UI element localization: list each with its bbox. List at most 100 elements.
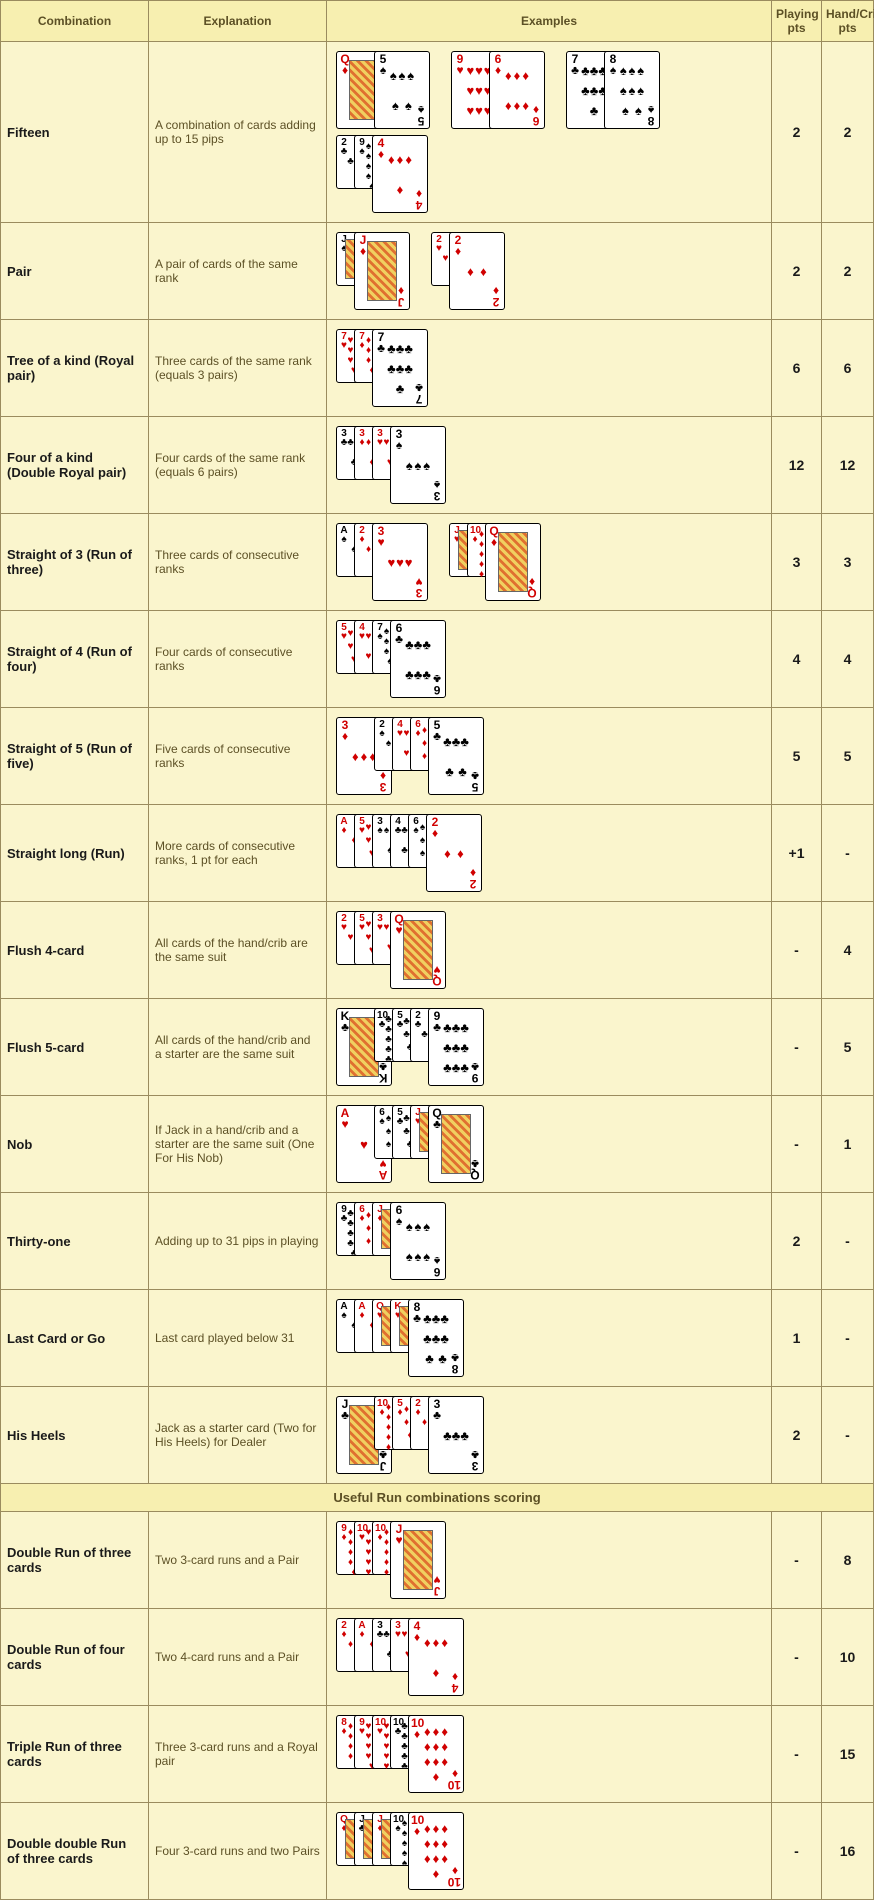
hand-crib-pts-cell: 3	[822, 514, 874, 611]
card-group: 9♥♥♥♥♥♥♥♥♥♥9♥6♦♦♦♦♦♦♦6♦	[451, 51, 545, 129]
hand-crib-pts-cell: -	[822, 1193, 874, 1290]
table-row: PairA pair of cards of the same rankJ♠J♠…	[1, 223, 874, 320]
combination-cell: Flush 4-card	[1, 902, 149, 999]
playing-pts-cell: -	[772, 1609, 822, 1706]
playing-card: 2♦♦♦2♦	[449, 232, 505, 310]
explanation-cell: Four 3-card runs and two Pairs	[149, 1803, 327, 1900]
hand-crib-pts-cell: 16	[822, 1803, 874, 1900]
header-hand-crib-pts: Hand/Crib pts	[822, 1, 874, 42]
playing-card: 6♣♣♣♣♣♣♣6♣	[390, 620, 446, 698]
table-row: Thirty-oneAdding up to 31 pips in playin…	[1, 1193, 874, 1290]
examples-cell: K♣K♣10♣♣♣♣♣♣♣♣♣♣♣10♣5♣♣♣♣♣♣5♣2♣♣♣2♣9♣♣♣♣…	[327, 999, 772, 1096]
combination-cell: Fifteen	[1, 42, 149, 223]
card-group: 2♥♥♥2♥5♥♥♥♥♥♥5♥3♥♥♥♥3♥Q♥Q♥	[336, 911, 446, 989]
explanation-cell: Jack as a starter card (Two for His Heel…	[149, 1387, 327, 1484]
explanation-cell: More cards of consecutive ranks, 1 pt fo…	[149, 805, 327, 902]
combination-cell: Four of a kind (Double Royal pair)	[1, 417, 149, 514]
hand-crib-pts-cell: 15	[822, 1706, 874, 1803]
playing-card: 10♦♦♦♦♦♦♦♦♦♦♦10♦	[408, 1812, 464, 1890]
combination-cell: Double Run of three cards	[1, 1512, 149, 1609]
playing-pts-cell: -	[772, 1512, 822, 1609]
scoring-table: Combination Explanation Examples Playing…	[0, 0, 874, 1900]
hand-crib-pts-cell: -	[822, 1290, 874, 1387]
combination-cell: Flush 5-card	[1, 999, 149, 1096]
table-row: His HeelsJack as a starter card (Two for…	[1, 1387, 874, 1484]
playing-pts-cell: +1	[772, 805, 822, 902]
combination-cell: Straight of 5 (Run of five)	[1, 708, 149, 805]
hand-crib-pts-cell: 1	[822, 1096, 874, 1193]
table-row: Last Card or GoLast card played below 31…	[1, 1290, 874, 1387]
playing-pts-cell: 2	[772, 1387, 822, 1484]
hand-crib-pts-cell: 8	[822, 1512, 874, 1609]
combination-cell: Straight of 4 (Run of four)	[1, 611, 149, 708]
card-group: 8♦♦♦♦♦♦♦♦♦8♦9♥♥♥♥♥♥♥♥♥♥9♥10♥♥♥♥♥♥♥♥♥♥♥10…	[336, 1715, 464, 1793]
card-group: Q♦Q♦J♣J♣J♦J♦10♠♠♠♠♠♠♠♠♠♠♠10♠10♦♦♦♦♦♦♦♦♦♦…	[336, 1812, 464, 1890]
explanation-cell: All cards of the hand/crib and a starter…	[149, 999, 327, 1096]
playing-card: 8♣♣♣♣♣♣♣♣♣8♣	[408, 1299, 464, 1377]
hand-crib-pts-cell: 12	[822, 417, 874, 514]
playing-pts-cell: 3	[772, 514, 822, 611]
playing-card: 4♦♦♦♦♦4♦	[372, 135, 428, 213]
playing-card: 3♥♥♥♥3♥	[372, 523, 428, 601]
playing-pts-cell: 2	[772, 223, 822, 320]
hand-crib-pts-cell: 2	[822, 223, 874, 320]
playing-pts-cell: 4	[772, 611, 822, 708]
explanation-cell: Two 4-card runs and a Pair	[149, 1609, 327, 1706]
explanation-cell: Four cards of the same rank (equals 6 pa…	[149, 417, 327, 514]
card-group: Q♦Q♦5♠♠♠♠♠♠5♠	[336, 51, 430, 129]
playing-pts-cell: -	[772, 1706, 822, 1803]
hand-crib-pts-cell: 4	[822, 902, 874, 999]
card-group: 7♣♣♣♣♣♣♣♣7♣8♠♠♠♠♠♠♠♠♠8♠	[566, 51, 660, 129]
explanation-cell: Three 3-card runs and a Royal pair	[149, 1706, 327, 1803]
playing-pts-cell: 6	[772, 320, 822, 417]
hand-crib-pts-cell: 10	[822, 1609, 874, 1706]
combination-cell: Straight long (Run)	[1, 805, 149, 902]
combination-cell: Double double Run of three cards	[1, 1803, 149, 1900]
playing-card: 9♣♣♣♣♣♣♣♣♣♣9♣	[428, 1008, 484, 1086]
combination-cell: Straight of 3 (Run of three)	[1, 514, 149, 611]
table-row: Straight long (Run)More cards of consecu…	[1, 805, 874, 902]
playing-pts-cell: -	[772, 1096, 822, 1193]
playing-card: Q♦Q♦	[485, 523, 541, 601]
playing-card: 4♦♦♦♦♦4♦	[408, 1618, 464, 1696]
combination-cell: Triple Run of three cards	[1, 1706, 149, 1803]
card-group: 2♣♣♣2♣9♠♠♠♠♠♠♠♠♠♠9♠4♦♦♦♦♦4♦	[336, 135, 428, 213]
playing-card: 6♠♠♠♠♠♠♠6♠	[390, 1202, 446, 1280]
examples-cell: 8♦♦♦♦♦♦♦♦♦8♦9♥♥♥♥♥♥♥♥♥♥9♥10♥♥♥♥♥♥♥♥♥♥♥10…	[327, 1706, 772, 1803]
examples-cell: A♠♠A♠A♦♦A♦Q♥Q♥K♥K♥8♣♣♣♣♣♣♣♣♣8♣	[327, 1290, 772, 1387]
hand-crib-pts-cell: 4	[822, 611, 874, 708]
explanation-cell: Three cards of consecutive ranks	[149, 514, 327, 611]
combination-cell: Thirty-one	[1, 1193, 149, 1290]
table-row: Double double Run of three cardsFour 3-c…	[1, 1803, 874, 1900]
playing-pts-cell: 1	[772, 1290, 822, 1387]
card-group: 3♣♣♣♣3♣3♦♦♦♦3♦3♥♥♥♥3♥3♠♠♠♠3♠	[336, 426, 446, 504]
playing-pts-cell: -	[772, 1803, 822, 1900]
table-row: FifteenA combination of cards adding up …	[1, 42, 874, 223]
playing-card: Q♥Q♥	[390, 911, 446, 989]
playing-card: Q♣Q♣	[428, 1105, 484, 1183]
examples-cell: Q♦Q♦J♣J♣J♦J♦10♠♠♠♠♠♠♠♠♠♠♠10♠10♦♦♦♦♦♦♦♦♦♦…	[327, 1803, 772, 1900]
playing-card: 5♣♣♣♣♣♣5♣	[428, 717, 484, 795]
examples-cell: A♦♦A♦5♥♥♥♥♥♥5♥3♠♠♠♠3♠4♣♣♣♣♣4♣6♠♠♠♠♠♠♠6♠2…	[327, 805, 772, 902]
table-row: NobIf Jack in a hand/crib and a starter …	[1, 1096, 874, 1193]
explanation-cell: Adding up to 31 pips in playing	[149, 1193, 327, 1290]
hand-crib-pts-cell: -	[822, 1387, 874, 1484]
playing-card: 3♠♠♠♠3♠	[390, 426, 446, 504]
examples-cell: 3♦♦♦♦3♦2♠♠♠2♠4♥♥♥♥♥4♥6♦♦♦♦♦♦♦6♦5♣♣♣♣♣♣5♣	[327, 708, 772, 805]
header-playing-pts: Playing pts	[772, 1, 822, 42]
card-group: K♣K♣10♣♣♣♣♣♣♣♣♣♣♣10♣5♣♣♣♣♣♣5♣2♣♣♣2♣9♣♣♣♣…	[336, 1008, 484, 1086]
explanation-cell: Five cards of consecutive ranks	[149, 708, 327, 805]
card-group: 9♦♦♦♦♦♦♦♦♦♦9♦10♥♥♥♥♥♥♥♥♥♥♥10♥10♦♦♦♦♦♦♦♦♦…	[336, 1521, 446, 1599]
examples-cell: J♠J♠J♦J♦ 2♥♥♥2♥2♦♦♦2♦	[327, 223, 772, 320]
combination-cell: His Heels	[1, 1387, 149, 1484]
table-row: Straight of 4 (Run of four)Four cards of…	[1, 611, 874, 708]
examples-cell: 2♥♥♥2♥5♥♥♥♥♥♥5♥3♥♥♥♥3♥Q♥Q♥	[327, 902, 772, 999]
playing-card: 3♣♣♣♣3♣	[428, 1396, 484, 1474]
table-row: Triple Run of three cardsThree 3-card ru…	[1, 1706, 874, 1803]
card-group: 7♥♥♥♥♥♥♥♥7♥7♦♦♦♦♦♦♦♦7♦7♣♣♣♣♣♣♣♣7♣	[336, 329, 428, 407]
card-group: J♥J♥10♦♦♦♦♦♦♦♦♦♦♦10♦Q♦Q♦	[449, 523, 541, 601]
card-group: J♠J♠J♦J♦	[336, 232, 410, 310]
explanation-cell: Four cards of consecutive ranks	[149, 611, 327, 708]
card-group: 2♥♥♥2♥2♦♦♦2♦	[431, 232, 505, 310]
table-row: Double Run of four cardsTwo 4-card runs …	[1, 1609, 874, 1706]
